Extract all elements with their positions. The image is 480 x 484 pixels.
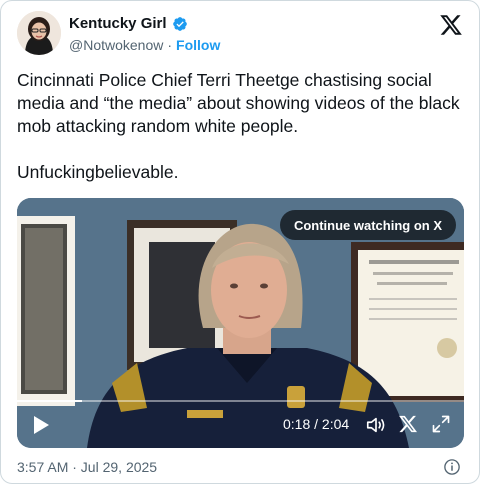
handle-row: @Notwokenow · Follow [69,37,220,53]
video-controls: 0:18 / 2:04 [17,402,464,448]
display-name[interactable]: Kentucky Girl [69,15,167,32]
tweet-text: Cincinnati Police Chief Terri Theetge ch… [17,70,460,182]
info-icon[interactable] [443,458,461,476]
separator: · [167,37,173,53]
fullscreen-icon[interactable] [431,414,451,434]
video-time: 0:18 / 2:04 [283,416,350,432]
handle[interactable]: @Notwokenow [69,37,163,53]
author-name-row: Kentucky Girl [69,15,188,32]
verified-badge-icon [172,16,187,31]
avatar[interactable] [17,11,61,55]
volume-icon[interactable] [365,414,387,436]
x-logo-icon[interactable] [439,13,463,37]
video-player[interactable]: Continue watching on X 0:18 / 2:04 [17,198,464,448]
tweet-timestamp[interactable]: 3:57 AM · Jul 29, 2025 [17,459,157,475]
continue-watching-button[interactable]: Continue watching on X [279,210,456,240]
x-icon[interactable] [398,414,418,434]
tweet-card: Kentucky Girl @Notwokenow · Follow Cinci… [0,0,480,484]
play-icon[interactable] [31,414,51,436]
follow-button[interactable]: Follow [176,37,220,53]
